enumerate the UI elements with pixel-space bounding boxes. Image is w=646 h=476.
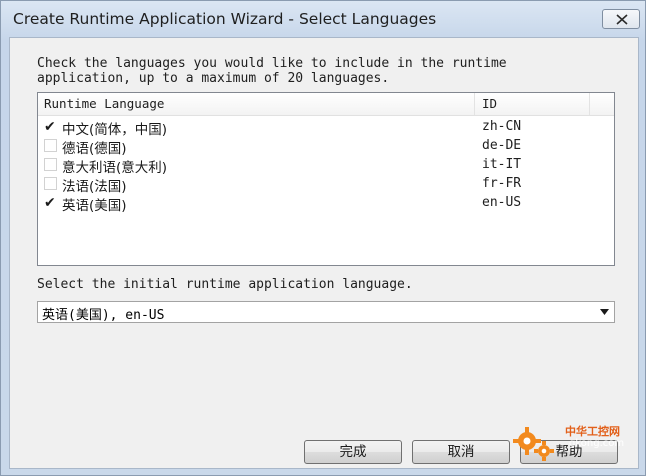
list-row-de-de[interactable]: 德语(德国) de-DE (38, 136, 614, 157)
language-name: 德语(德国) (62, 141, 127, 157)
watermark-logo: 中华工控网 gkong.com (509, 419, 639, 469)
watermark-site-text: gkong.com (569, 438, 625, 449)
language-name: 法语(法国) (62, 179, 127, 195)
finish-button[interactable]: 完成 (304, 440, 402, 464)
title-bar[interactable]: Create Runtime Application Wizard - Sele… (1, 1, 645, 39)
language-list[interactable]: Runtime Language ID ✔ 中文(简体，中国) zh-CN 德语… (37, 92, 615, 266)
list-row-fr-fr[interactable]: 法语(法国) fr-FR (38, 174, 614, 195)
language-id: en-US (482, 195, 522, 210)
column-divider[interactable] (474, 93, 475, 115)
watermark-logo-text: 中华工控网 (565, 425, 620, 438)
list-row-it-it[interactable]: 意大利语(意大利) it-IT (38, 155, 614, 176)
instructions-text: Check the languages you would like to in… (37, 56, 507, 86)
dialog-window: Create Runtime Application Wizard - Sele… (0, 0, 646, 476)
list-header: Runtime Language ID (38, 93, 614, 116)
language-id: fr-FR (482, 176, 522, 191)
instructions-line-1: Check the languages you would like to in… (37, 56, 507, 71)
close-button[interactable] (602, 9, 640, 29)
checkbox-unchecked[interactable] (44, 139, 57, 152)
chevron-down-icon[interactable] (600, 309, 609, 315)
checkbox-unchecked[interactable] (44, 158, 57, 171)
initial-language-label: Select the initial runtime application l… (37, 277, 413, 292)
checkbox-checked[interactable]: ✔ (44, 119, 57, 135)
window-title: Create Runtime Application Wizard - Sele… (13, 10, 437, 28)
checkmark-icon: ✔ (44, 195, 56, 211)
checkbox-checked[interactable]: ✔ (44, 195, 57, 211)
language-id: zh-CN (482, 119, 522, 134)
gear-icon (513, 427, 554, 461)
column-header-id[interactable]: ID (482, 96, 497, 111)
language-id: de-DE (482, 138, 522, 153)
cancel-button[interactable]: 取消 (412, 440, 510, 464)
language-name: 英语(美国) (62, 198, 127, 214)
column-divider[interactable] (589, 93, 590, 115)
close-icon (616, 14, 628, 25)
list-row-zh-cn[interactable]: ✔ 中文(简体，中国) zh-CN (38, 117, 614, 138)
initial-language-dropdown[interactable]: 英语(美国), en-US (37, 301, 615, 323)
column-header-language[interactable]: Runtime Language (44, 96, 164, 111)
dropdown-selected-value: 英语(美国), en-US (42, 308, 165, 323)
instructions-line-2: application, up to a maximum of 20 langu… (37, 71, 390, 86)
language-name: 中文(简体，中国) (62, 122, 168, 138)
checkmark-icon: ✔ (44, 119, 56, 135)
checkbox-unchecked[interactable] (44, 177, 57, 190)
language-id: it-IT (482, 157, 522, 172)
list-row-en-us[interactable]: ✔ 英语(美国) en-US (38, 193, 614, 214)
dialog-body: Check the languages you would like to in… (9, 37, 639, 469)
language-name: 意大利语(意大利) (62, 160, 168, 176)
